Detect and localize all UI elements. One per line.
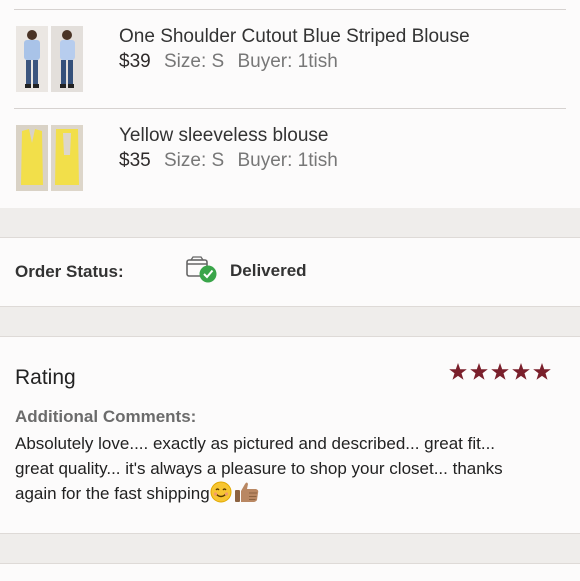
order-status-section: Order Status: Delivered <box>0 237 580 307</box>
divider <box>14 108 566 109</box>
next-section <box>0 563 580 581</box>
item-price: $35 <box>119 150 151 171</box>
product-thumbnail[interactable] <box>16 26 48 92</box>
divider <box>14 9 566 10</box>
delivered-box-icon <box>186 255 220 285</box>
order-status-value: Delivered <box>230 261 307 280</box>
star-icon <box>512 363 530 380</box>
comment-line: great quality... it's always a pleasure … <box>15 459 503 478</box>
comment-text: Absolutely love.... exactly as pictured … <box>15 431 575 506</box>
star-icon <box>533 363 551 380</box>
comment-line: Absolutely love.... exactly as pictured … <box>15 434 496 453</box>
star-icon <box>491 363 509 380</box>
thumbs-up-icon <box>234 481 260 503</box>
product-thumbnail[interactable] <box>51 125 83 191</box>
item-title[interactable]: One Shoulder Cutout Blue Striped Blouse <box>119 26 470 48</box>
comment-line-last: again for the fast shipping <box>15 481 575 506</box>
item-size: Size: S <box>163 150 225 171</box>
star-icon <box>449 363 467 380</box>
item-title[interactable]: Yellow sleeveless blouse <box>119 125 328 147</box>
items-section: One Shoulder Cutout Blue Striped Blouse … <box>0 0 580 208</box>
product-thumbnail[interactable] <box>16 125 48 191</box>
order-status-label: Order Status: <box>15 262 124 281</box>
item-buyer[interactable]: Buyer: 1tish <box>237 51 337 72</box>
rating-section: Rating Additional Comments: Absolutely l… <box>0 336 580 534</box>
comment-line: again for the fast shipping <box>15 484 210 503</box>
item-meta: $39 Size: S Buyer: 1tish <box>119 51 338 73</box>
item-price: $39 <box>119 51 151 72</box>
rating-stars <box>448 362 552 382</box>
item-meta: $35 Size: S Buyer: 1tish <box>119 150 338 172</box>
rating-label: Rating <box>15 366 76 389</box>
item-size: Size: S <box>163 51 225 72</box>
product-thumbnail[interactable] <box>51 26 83 92</box>
item-buyer[interactable]: Buyer: 1tish <box>237 150 337 171</box>
comments-label: Additional Comments: <box>15 407 197 426</box>
smiling-face-icon <box>210 481 232 503</box>
star-icon <box>470 363 488 380</box>
